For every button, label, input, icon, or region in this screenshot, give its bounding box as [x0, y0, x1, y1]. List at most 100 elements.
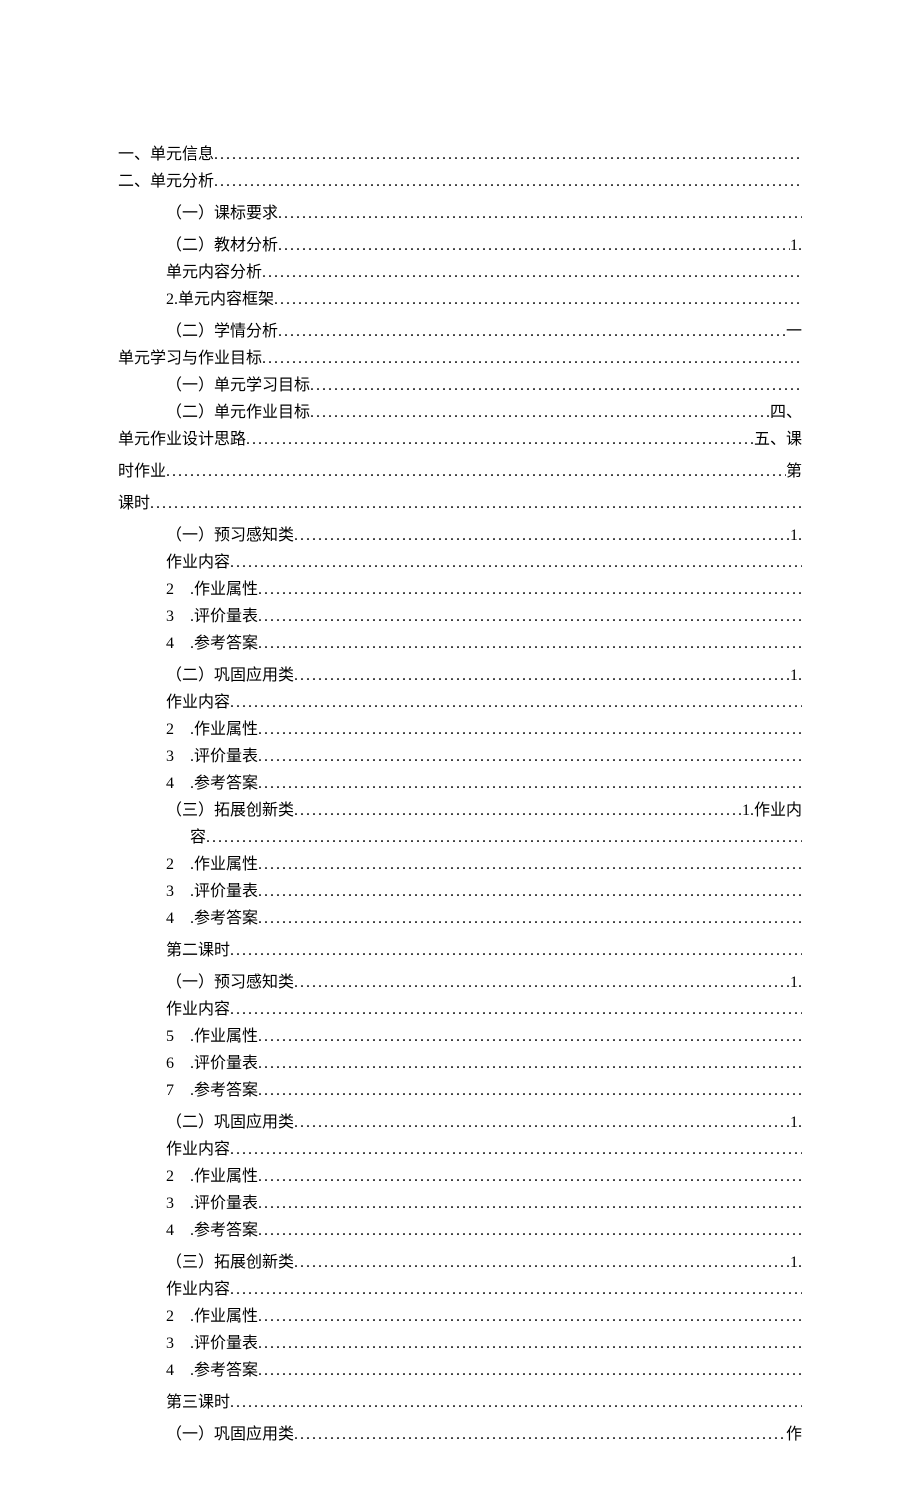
toc-leader-dots [262, 347, 802, 371]
toc-entry: 4 .参考答案 [118, 772, 802, 796]
toc-leader-dots [294, 1423, 786, 1447]
toc-entry: （二）单元作业目标 四、 [118, 401, 802, 425]
toc-entry-label: 5 .作业属性 [166, 1025, 258, 1049]
toc-entry-tail: 1. [790, 524, 802, 548]
toc-entry: 时作业 第 [118, 460, 802, 484]
toc-entry: 容 [118, 826, 802, 850]
toc-entry: 3 .评价量表 [118, 1192, 802, 1216]
toc-entry: （一）课标要求 [118, 202, 802, 226]
toc-entry-label: （二）学情分析 [166, 320, 278, 344]
toc-entry: 4 .参考答案 [118, 632, 802, 656]
toc-leader-dots [258, 1025, 802, 1049]
toc-leader-dots [258, 632, 802, 656]
toc-entry-tail: 第 [786, 460, 802, 484]
toc-leader-dots [294, 799, 742, 823]
toc-entry-label: 2.单元内容框架 [166, 288, 274, 312]
toc-entry-label: 一、单元信息 [118, 143, 214, 167]
toc-entry-tail: 1. [790, 234, 802, 258]
toc-entry-label: 3 .评价量表 [166, 605, 258, 629]
toc-leader-dots [230, 691, 802, 715]
toc-entry-label: 单元作业设计思路 [118, 428, 246, 452]
toc-entry-label: （三）拓展创新类 [166, 799, 294, 823]
toc-entry-label: 作业内容 [166, 998, 230, 1022]
toc-leader-dots [258, 718, 802, 742]
toc-leader-dots [150, 492, 802, 516]
toc-leader-dots [258, 853, 802, 877]
toc-leader-dots [246, 428, 754, 452]
toc-leader-dots [206, 826, 802, 850]
toc-entry: 4 .参考答案 [118, 1219, 802, 1243]
toc-leader-dots [258, 1165, 802, 1189]
toc-entry: （二）教材分析1. [118, 234, 802, 258]
toc-leader-dots [294, 1111, 790, 1135]
toc-entry: 2 .作业属性 [118, 718, 802, 742]
toc-leader-dots [214, 170, 802, 194]
toc-entry-tail: 1. [790, 1111, 802, 1135]
toc-entry: 3 .评价量表 [118, 605, 802, 629]
toc-entry: 2 .作业属性 [118, 1305, 802, 1329]
toc-leader-dots [294, 524, 790, 548]
toc-entry: 2 .作业属性 [118, 578, 802, 602]
toc-entry: （三）拓展创新类1. [118, 1251, 802, 1275]
toc-entry-label: （一）单元学习目标 [166, 374, 310, 398]
toc-entry-label: 3 .评价量表 [166, 1192, 258, 1216]
toc-entry-tail: 四、 [770, 401, 802, 425]
toc-entry: 单元作业设计思路 五、课 [118, 428, 802, 452]
toc-entry-label: 第二课时 [166, 939, 230, 963]
toc-entry: （一）单元学习目标 [118, 374, 802, 398]
toc-entry-label: 课时 [118, 492, 150, 516]
toc-entry: 5 .作业属性 [118, 1025, 802, 1049]
toc-entry-label: 3 .评价量表 [166, 1332, 258, 1356]
toc-entry-label: 2 .作业属性 [166, 1305, 258, 1329]
toc-entry: 7 .参考答案 [118, 1079, 802, 1103]
toc-entry-label: 2 .作业属性 [166, 578, 258, 602]
toc-entry: 2.单元内容框架 [118, 288, 802, 312]
toc-leader-dots [258, 1192, 802, 1216]
toc-entry-tail: 一 [786, 320, 802, 344]
toc-leader-dots [230, 1391, 802, 1415]
toc-entry-label: 时作业 [118, 460, 166, 484]
toc-leader-dots [258, 1332, 802, 1356]
toc-entry: 课时 [118, 492, 802, 516]
toc-entry: 一、单元信息 [118, 143, 802, 167]
toc-entry-label: （三）拓展创新类 [166, 1251, 294, 1275]
toc-entry: （二）巩固应用类1. [118, 1111, 802, 1135]
toc-leader-dots [294, 971, 790, 995]
toc-entry: 作业内容 [118, 551, 802, 575]
toc-leader-dots [214, 143, 802, 167]
toc-leader-dots [258, 1219, 802, 1243]
toc-entry: 第二课时 [118, 939, 802, 963]
toc-entry-label: 单元内容分析 [166, 261, 262, 285]
toc-leader-dots [258, 907, 802, 931]
toc-entry: 3 .评价量表 [118, 880, 802, 904]
toc-entry: 二、单元分析 [118, 170, 802, 194]
toc-leader-dots [258, 1359, 802, 1383]
toc-entry: 单元学习与作业目标 [118, 347, 802, 371]
toc-leader-dots [230, 551, 802, 575]
toc-entry-label: 4 .参考答案 [166, 907, 258, 931]
toc-leader-dots [294, 664, 790, 688]
toc-entry: （二）巩固应用类1. [118, 664, 802, 688]
toc-entry: 2 .作业属性 [118, 853, 802, 877]
toc-entry: 作业内容 [118, 1138, 802, 1162]
toc-entry: （一）巩固应用类 作 [118, 1423, 802, 1447]
toc-entry-label: （一）预习感知类 [166, 971, 294, 995]
toc-entry: （二）学情分析 一 [118, 320, 802, 344]
toc-entry-label: 作业内容 [166, 1138, 230, 1162]
toc-entry: 4 .参考答案 [118, 907, 802, 931]
toc-entry-label: 4 .参考答案 [166, 632, 258, 656]
toc-entry: 4 .参考答案 [118, 1359, 802, 1383]
toc-entry: 3 .评价量表 [118, 745, 802, 769]
toc-leader-dots [262, 261, 802, 285]
toc-entry-tail: 五、课 [754, 428, 802, 452]
toc-leader-dots [258, 772, 802, 796]
toc-entry: 2 .作业属性 [118, 1165, 802, 1189]
toc-entry-tail: 作 [786, 1423, 802, 1447]
toc-entry-label: 4 .参考答案 [166, 1359, 258, 1383]
toc-entry-label: （二）单元作业目标 [166, 401, 310, 425]
toc-entry-label: 2 .作业属性 [166, 853, 258, 877]
toc-entry-label: （一）巩固应用类 [166, 1423, 294, 1447]
toc-entry-label: 作业内容 [166, 551, 230, 575]
toc-leader-dots [258, 605, 802, 629]
toc-leader-dots [230, 1138, 802, 1162]
